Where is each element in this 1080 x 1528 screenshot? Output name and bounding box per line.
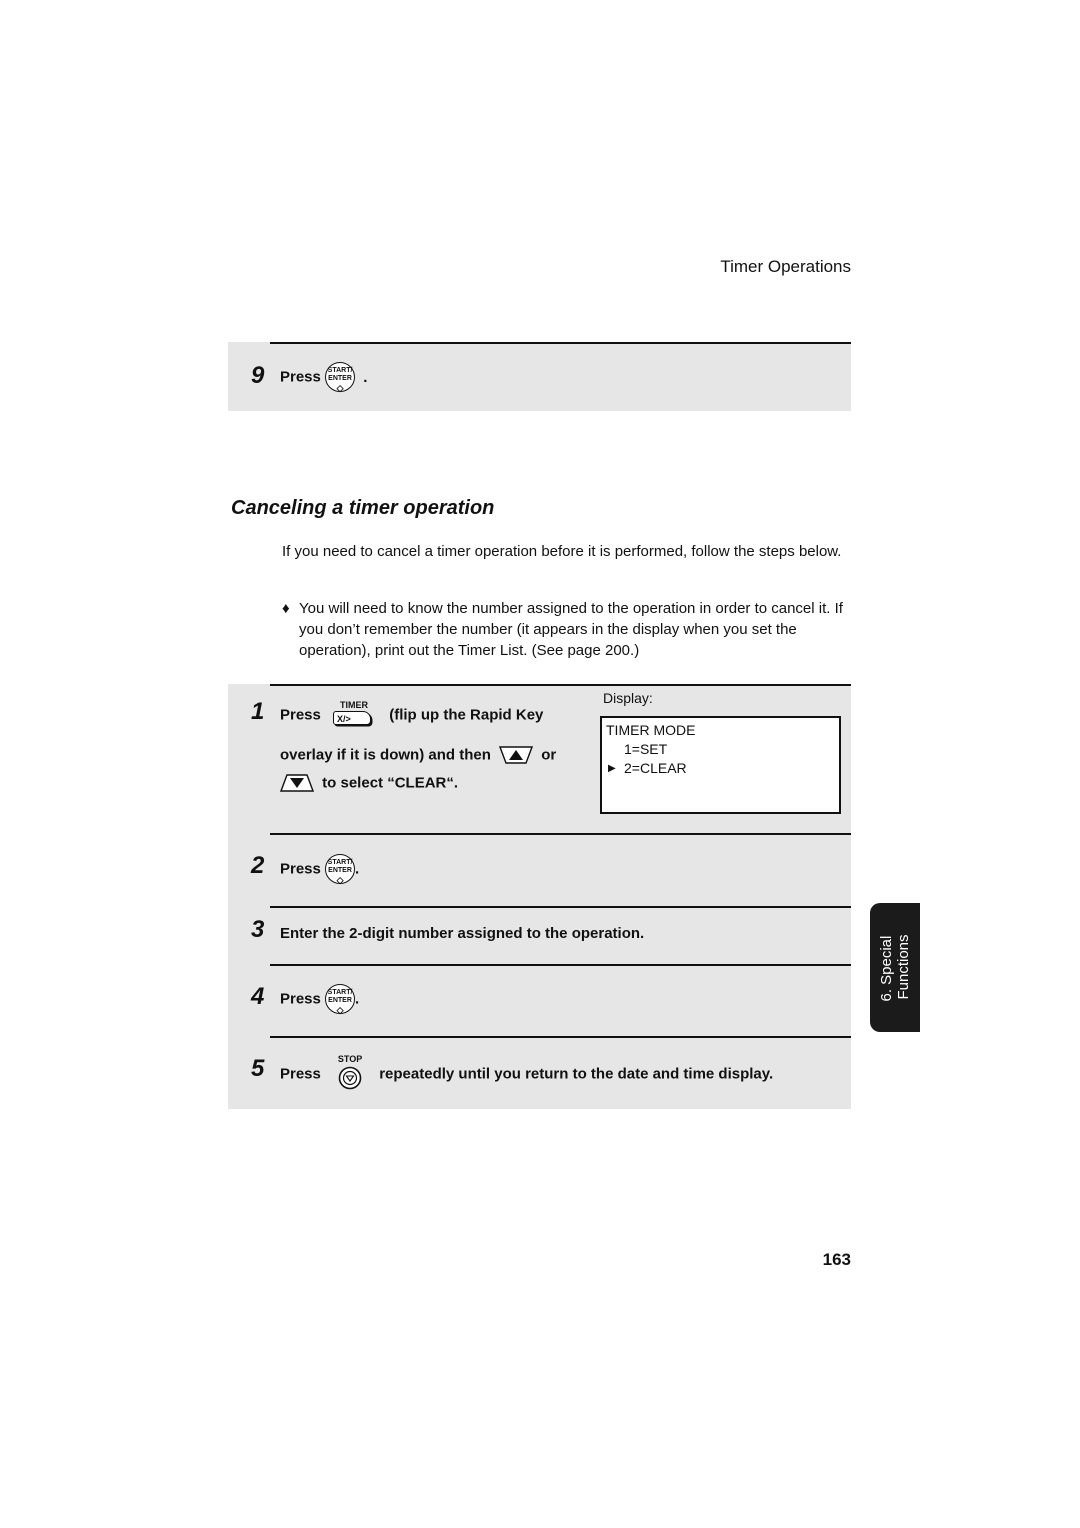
step-5-instruction: Press STOP repeatedly until you return t… bbox=[280, 1054, 774, 1092]
step-number: 4 bbox=[251, 983, 265, 1010]
timer-key-icon: TIMER X/> bbox=[333, 700, 375, 730]
press-label: Press bbox=[280, 368, 321, 386]
display-line-1: TIMER MODE bbox=[606, 722, 696, 738]
press-label: Press bbox=[280, 706, 321, 724]
start-enter-key-icon: START/ ENTER ◇ bbox=[325, 362, 356, 393]
lcd-display: TIMER MODE 1=SET ▶ 2=CLEAR bbox=[600, 716, 841, 814]
down-arrow-key-icon bbox=[280, 774, 314, 792]
step-number: 5 bbox=[251, 1055, 265, 1082]
step-1-text-c: to select “CLEAR“. bbox=[322, 774, 459, 792]
step-number: 3 bbox=[251, 916, 265, 943]
chapter-tab: 6. Special Functions bbox=[870, 903, 920, 1032]
key-label-line2: ENTER bbox=[328, 867, 352, 874]
punctuation: . bbox=[355, 990, 360, 1008]
timer-key-face: X/> bbox=[333, 711, 372, 725]
chapter-tab-line-2: Functions bbox=[895, 933, 912, 1000]
divider bbox=[270, 964, 851, 966]
up-arrow-key-icon bbox=[499, 746, 534, 764]
press-label: Press bbox=[280, 1065, 321, 1083]
step-number: 2 bbox=[251, 852, 265, 879]
stop-key-label: STOP bbox=[337, 1054, 363, 1064]
key-label-line1: START/ bbox=[327, 367, 353, 374]
intro-paragraph: If you need to cancel a timer operation … bbox=[282, 543, 842, 560]
or-label: or bbox=[541, 746, 557, 764]
chapter-tab-label: 6. Special Functions bbox=[878, 934, 912, 1001]
start-symbol-icon: ◇ bbox=[336, 1005, 344, 1015]
key-label-line2: ENTER bbox=[328, 375, 352, 382]
start-symbol-icon: ◇ bbox=[336, 383, 344, 393]
start-symbol-icon: ◇ bbox=[336, 875, 344, 885]
divider bbox=[270, 684, 851, 686]
steps-panel: 1 Press TIMER X/> (flip up the Rapid Key… bbox=[228, 684, 851, 1109]
step-1-line-3: to select “CLEAR“. bbox=[280, 774, 458, 792]
punctuation: . bbox=[363, 368, 368, 386]
timer-key-label: TIMER bbox=[340, 700, 369, 710]
press-label: Press bbox=[280, 990, 321, 1008]
divider bbox=[270, 342, 851, 344]
divider bbox=[270, 1036, 851, 1038]
display-label: Display: bbox=[603, 690, 653, 706]
start-enter-key-icon: START/ ENTER ◇ bbox=[325, 984, 356, 1015]
key-label-line1: START/ bbox=[327, 989, 353, 996]
start-enter-key-icon: START/ ENTER ◇ bbox=[325, 854, 356, 885]
display-line-3-text: 2=CLEAR bbox=[624, 760, 687, 776]
step-number: 9 bbox=[251, 362, 265, 389]
key-label-line2: ENTER bbox=[328, 997, 352, 1004]
stop-symbol-icon bbox=[338, 1066, 362, 1090]
step-4-instruction: Press START/ ENTER ◇ . bbox=[280, 984, 360, 1015]
divider bbox=[270, 906, 851, 908]
step-2-instruction: Press START/ ENTER ◇ . bbox=[280, 854, 360, 885]
page-number: 163 bbox=[822, 1250, 851, 1269]
step-1-text-a: (flip up the Rapid Key bbox=[389, 706, 544, 724]
stop-key-icon: STOP bbox=[335, 1054, 365, 1092]
display-line-3: ▶ 2=CLEAR bbox=[606, 759, 835, 778]
step-1-text-b: overlay if it is down) and then bbox=[280, 746, 491, 764]
divider bbox=[270, 833, 851, 835]
step-9-panel: 9 Press START/ ENTER ◇ . bbox=[228, 342, 851, 411]
step-1-line-2: overlay if it is down) and then or bbox=[280, 746, 556, 764]
step-number: 1 bbox=[251, 698, 265, 725]
press-label: Press bbox=[280, 860, 321, 878]
running-header: Timer Operations bbox=[720, 257, 851, 276]
bullet-text: You will need to know the number assigne… bbox=[299, 600, 843, 659]
section-title: Canceling a timer operation bbox=[231, 497, 495, 519]
punctuation: . bbox=[355, 860, 360, 878]
step-3-instruction: Enter the 2-digit number assigned to the… bbox=[280, 925, 645, 942]
display-line-2: 1=SET bbox=[624, 741, 668, 757]
step-1-line-1: Press TIMER X/> (flip up the Rapid Key bbox=[280, 700, 543, 730]
step-9-instruction: Press START/ ENTER ◇ . bbox=[280, 362, 368, 393]
key-label-line1: START/ bbox=[327, 859, 353, 866]
diamond-bullet-icon: ♦ bbox=[282, 600, 290, 617]
chapter-tab-line-1: 6. Special bbox=[878, 935, 895, 1002]
step-5-text: repeatedly until you return to the date … bbox=[379, 1065, 774, 1083]
cursor-arrow-icon: ▶ bbox=[608, 763, 616, 774]
